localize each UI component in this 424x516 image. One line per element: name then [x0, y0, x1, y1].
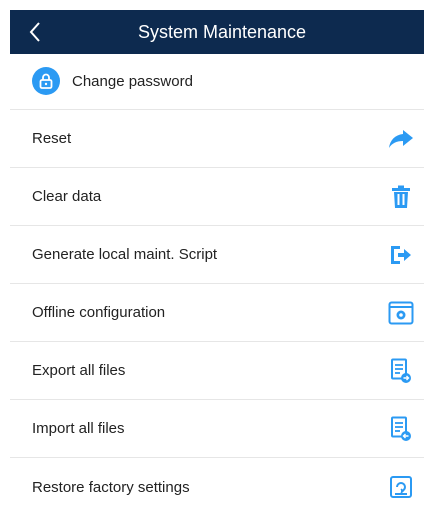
- export-all-files-item[interactable]: Export all files: [10, 342, 424, 400]
- export-all-files-label: Export all files: [32, 362, 126, 379]
- share-arrow-icon: [388, 126, 414, 152]
- trash-icon: [388, 184, 414, 210]
- import-all-files-label: Import all files: [32, 420, 125, 437]
- settings-window-icon: [388, 300, 414, 326]
- app-header: System Maintenance: [10, 10, 424, 54]
- export-arrow-icon: [388, 242, 414, 268]
- page-title: System Maintenance: [137, 22, 307, 42]
- clear-data-label: Clear data: [32, 188, 102, 205]
- offline-configuration-label: Offline configuration: [32, 304, 166, 321]
- maintenance-list: Change password Reset Clear data Generat…: [10, 54, 424, 516]
- lock-icon: [32, 67, 60, 95]
- generate-script-item[interactable]: Generate local maint. Script: [10, 226, 424, 284]
- document-import-icon: [388, 416, 414, 442]
- document-export-icon: [388, 358, 414, 384]
- reset-item[interactable]: Reset: [10, 110, 424, 168]
- offline-configuration-item[interactable]: Offline configuration: [10, 284, 424, 342]
- change-password-label: Change password: [72, 73, 193, 90]
- import-all-files-item[interactable]: Import all files: [10, 400, 424, 458]
- change-password-item[interactable]: Change password: [10, 54, 424, 110]
- generate-script-label: Generate local maint. Script: [32, 246, 218, 263]
- clear-data-item[interactable]: Clear data: [10, 168, 424, 226]
- restore-factory-settings-label: Restore factory settings: [32, 478, 190, 496]
- factory-reset-icon: [388, 474, 414, 500]
- restore-factory-settings-item[interactable]: Restore factory settings: [10, 458, 424, 516]
- reset-label: Reset: [32, 130, 72, 147]
